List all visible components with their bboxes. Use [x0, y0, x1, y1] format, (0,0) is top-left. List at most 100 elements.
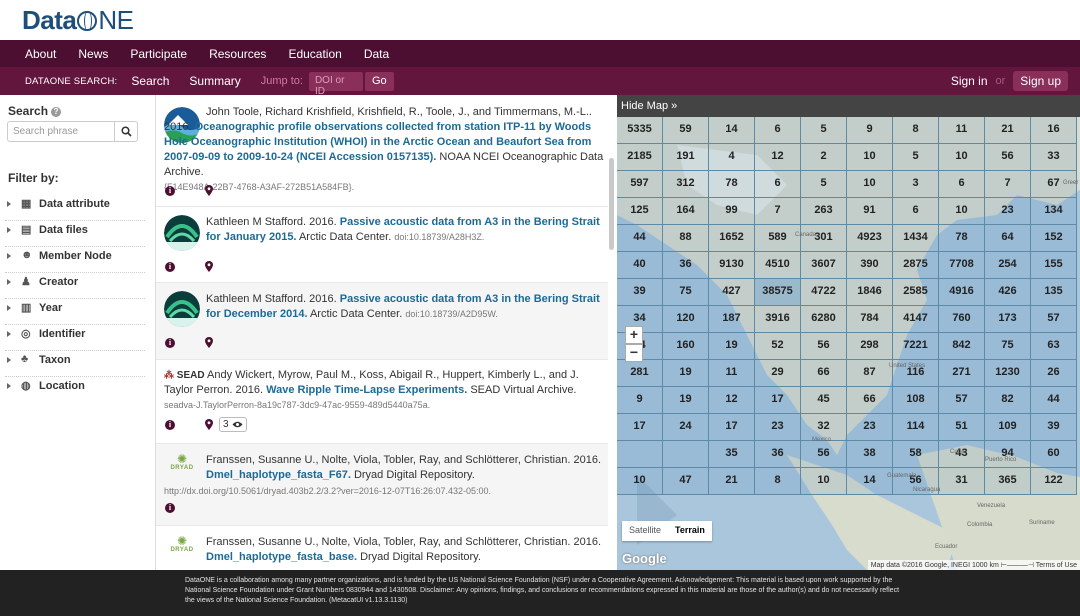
map-grid-cell[interactable]: 8 [755, 468, 801, 495]
map-grid-cell[interactable]: 12 [755, 144, 801, 171]
map-grid-cell[interactable]: 1434 [893, 225, 939, 252]
map-grid-cell[interactable]: 426 [985, 279, 1031, 306]
map-grid-cell[interactable]: 7708 [939, 252, 985, 279]
map-grid-cell[interactable]: 3 [893, 171, 939, 198]
map-grid-cell[interactable]: 173 [985, 306, 1031, 333]
map-grid-cell[interactable]: 187 [709, 306, 755, 333]
filter-creator[interactable]: ♟ Creator [5, 273, 145, 299]
map-grid-cell[interactable]: 114 [893, 414, 939, 441]
nav-education[interactable]: Education [288, 47, 341, 61]
map-grid-cell[interactable]: 298 [847, 333, 893, 360]
map-grid-cell[interactable]: 9 [847, 117, 893, 144]
map-grid-cell[interactable]: 23 [847, 414, 893, 441]
map-grid-cell[interactable]: 108 [893, 387, 939, 414]
map-grid-cell[interactable]: 59 [663, 117, 709, 144]
map-grid-cell[interactable]: 11 [939, 117, 985, 144]
map-grid-cell[interactable]: 99 [709, 198, 755, 225]
map-grid-cell[interactable]: 52 [755, 333, 801, 360]
map-grid-cell[interactable]: 152 [1031, 225, 1077, 252]
map-grid-cell[interactable]: 2585 [893, 279, 939, 306]
map-grid-cell[interactable]: 4510 [755, 252, 801, 279]
map-grid-cell[interactable]: 23 [755, 414, 801, 441]
map-grid-cell[interactable]: 281 [617, 360, 663, 387]
map-grid-cell[interactable]: 6 [939, 171, 985, 198]
map-grid-cell[interactable]: 109 [985, 414, 1031, 441]
filter-data-attribute[interactable]: ▦ Data attribute [5, 195, 145, 221]
map-grid-cell[interactable]: 1230 [985, 360, 1031, 387]
map-grid-cell[interactable]: 1846 [847, 279, 893, 306]
map-grid-cell[interactable]: 33 [1031, 144, 1077, 171]
map-grid-cell[interactable]: 21 [985, 117, 1031, 144]
map-grid-cell[interactable]: 122 [1031, 468, 1077, 495]
map-grid-cell[interactable]: 39 [1031, 414, 1077, 441]
map-grid-cell[interactable]: 589 [755, 225, 801, 252]
result-title-link[interactable]: Dmel_haplotype_fasta_F67. [206, 469, 351, 481]
map-grid-cell[interactable]: 10 [801, 468, 847, 495]
map-grid-cell[interactable]: 35 [709, 441, 755, 468]
zoom-in-button[interactable]: + [625, 326, 643, 344]
map-grid-cell[interactable]: 64 [985, 225, 1031, 252]
map-grid-cell[interactable]: 4923 [847, 225, 893, 252]
map-grid-cell[interactable]: 36 [755, 441, 801, 468]
map-grid-cell[interactable]: 39 [617, 279, 663, 306]
map-grid-cell[interactable]: 3607 [801, 252, 847, 279]
map-grid-cell[interactable]: 19 [709, 333, 755, 360]
map-grid-cell[interactable]: 75 [985, 333, 1031, 360]
map-grid-cell[interactable]: 57 [1031, 306, 1077, 333]
map-pin-icon[interactable] [205, 185, 213, 196]
map-grid-cell[interactable]: 24 [663, 414, 709, 441]
map-grid-cell[interactable]: 51 [939, 414, 985, 441]
filter-member-node[interactable]: ☻ Member Node [5, 247, 145, 273]
search-input[interactable]: Search phrase [7, 121, 115, 142]
go-button[interactable]: Go [364, 71, 394, 91]
map-grid-cell[interactable]: 301 [801, 225, 847, 252]
result-item[interactable]: ⁂ SEAD Andy Wickert, Myrow, Paul M., Kos… [156, 360, 608, 444]
sign-in-link[interactable]: Sign in [951, 74, 988, 88]
map-grid-cell[interactable]: 58 [893, 441, 939, 468]
map-grid-cell[interactable]: 40 [617, 252, 663, 279]
help-icon[interactable]: ? [51, 107, 62, 117]
map-grid-cell[interactable]: 44 [617, 225, 663, 252]
map-grid-cell[interactable]: 160 [663, 333, 709, 360]
dataone-logo[interactable]: Data NE [22, 5, 134, 36]
map-grid-cell[interactable]: 12 [709, 387, 755, 414]
map-grid-cell[interactable]: 78 [709, 171, 755, 198]
map-grid-cell[interactable] [663, 441, 709, 468]
map-grid-cell[interactable]: 2 [801, 144, 847, 171]
map-grid-cell[interactable]: 60 [1031, 441, 1077, 468]
summary-link[interactable]: Summary [189, 74, 240, 88]
map-grid-cell[interactable]: 94 [985, 441, 1031, 468]
map-grid-cell[interactable]: 1652 [709, 225, 755, 252]
map-grid-cell[interactable]: 9 [617, 387, 663, 414]
info-icon[interactable]: i [165, 337, 175, 348]
map-grid-cell[interactable]: 16 [1031, 117, 1077, 144]
map-grid-cell[interactable]: 6 [755, 117, 801, 144]
map-grid-cell[interactable]: 14 [709, 117, 755, 144]
zoom-out-button[interactable]: − [625, 344, 643, 362]
map-grid-cell[interactable]: 78 [939, 225, 985, 252]
map-grid-cell[interactable]: 31 [939, 468, 985, 495]
map-grid-cell[interactable]: 4722 [801, 279, 847, 306]
doi-input[interactable]: DOI or ID [308, 71, 363, 97]
info-icon[interactable]: i [165, 503, 175, 513]
map-grid-cell[interactable]: 5 [893, 144, 939, 171]
map-grid-cell[interactable]: 7221 [893, 333, 939, 360]
map-pin-icon[interactable] [205, 337, 213, 348]
map-grid-cell[interactable]: 760 [939, 306, 985, 333]
map-grid-cell[interactable]: 44 [1031, 387, 1077, 414]
map-grid-cell[interactable]: 597 [617, 171, 663, 198]
search-link[interactable]: Search [131, 74, 169, 88]
map-grid-cell[interactable]: 38 [847, 441, 893, 468]
result-title-link[interactable]: Dmel_haplotype_fasta_base. [206, 551, 357, 563]
info-icon[interactable]: i [165, 419, 175, 430]
map-grid-cell[interactable]: 7 [985, 171, 1031, 198]
map-grid-cell[interactable]: 5 [801, 171, 847, 198]
map-grid-cell[interactable]: 2185 [617, 144, 663, 171]
map-grid-cell[interactable]: 6 [893, 198, 939, 225]
map-attribution[interactable]: Map data ©2016 Google, INEGI 1000 km ⊢——… [867, 560, 1080, 570]
map-grid-cell[interactable]: 5335 [617, 117, 663, 144]
nav-participate[interactable]: Participate [130, 47, 187, 61]
view-count-badge[interactable]: 3 [219, 417, 247, 432]
map-grid-cell[interactable]: 36 [663, 252, 709, 279]
result-item[interactable]: John Toole, Richard Krishfield, Krishfie… [156, 95, 608, 207]
